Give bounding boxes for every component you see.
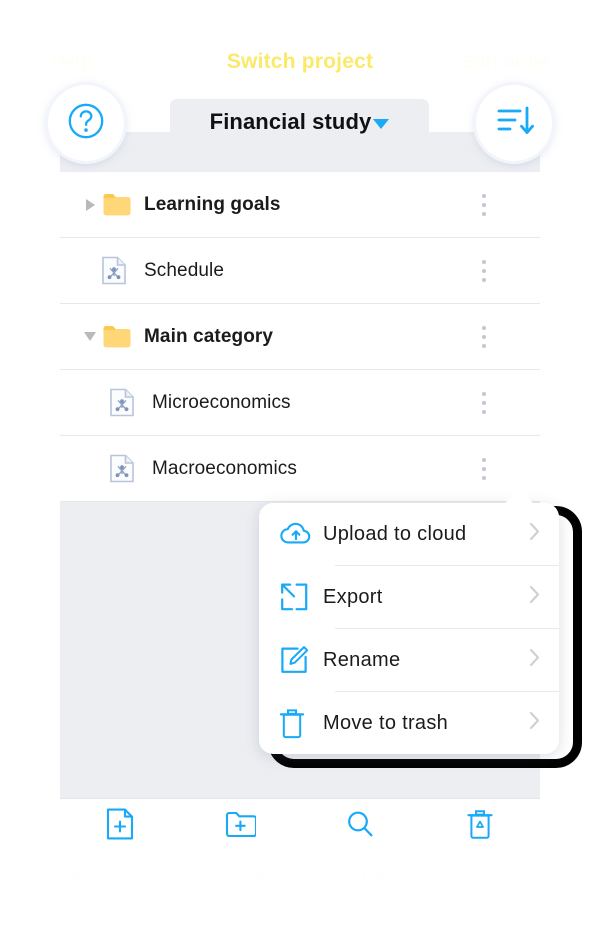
list-item[interactable]: Schedule — [60, 238, 540, 304]
folder-icon — [102, 190, 136, 220]
menu-item-export[interactable]: Export — [259, 566, 559, 628]
new-document-button[interactable] — [60, 808, 180, 845]
menu-item-rename[interactable]: Rename — [259, 629, 559, 691]
question-mark-circle-icon — [64, 99, 108, 148]
list-item-label: Schedule — [144, 259, 225, 281]
edit-pencil-icon — [279, 645, 323, 675]
help-button[interactable] — [48, 85, 124, 161]
context-menu: Upload to cloud Export Rename Move to tr… — [259, 490, 559, 754]
more-vertical-icon[interactable] — [474, 259, 494, 283]
mindmap-document-icon — [110, 388, 144, 418]
project-name-label: Financial study — [209, 108, 372, 134]
folder-plus-icon — [225, 810, 257, 843]
recycle-bin-button[interactable] — [420, 809, 540, 845]
menu-item-move-to-trash[interactable]: Move to trash — [259, 692, 559, 754]
menu-item-upload-to-cloud[interactable]: Upload to cloud — [259, 503, 559, 565]
annotation-recycle-bin: Recycle bin — [437, 866, 523, 883]
document-plus-icon — [106, 808, 134, 845]
caret-down-icon — [373, 118, 390, 129]
trash-recycle-icon — [466, 809, 494, 845]
annotation-sort: Sort order — [462, 52, 552, 72]
menu-item-label: Move to trash — [323, 711, 449, 734]
list-item-label: Main category — [144, 325, 274, 347]
more-vertical-icon[interactable] — [474, 391, 494, 415]
triangle-down-icon[interactable] — [78, 332, 102, 341]
file-list: Learning goals Schedule Main category Mi… — [60, 172, 540, 502]
export-arrow-icon — [279, 582, 323, 612]
menu-item-label: Export — [323, 585, 383, 608]
folder-icon — [102, 322, 136, 352]
annotation-new-folder: New folder — [200, 866, 280, 883]
new-folder-button[interactable] — [180, 810, 300, 843]
sort-descending-icon — [491, 100, 537, 147]
more-vertical-icon[interactable] — [474, 193, 494, 217]
list-item-label: Learning goals — [144, 193, 281, 215]
more-vertical-icon[interactable] — [474, 457, 494, 481]
chevron-right-icon — [525, 582, 545, 613]
list-item[interactable]: Microeconomics — [60, 370, 540, 436]
search-icon — [345, 809, 375, 844]
mindmap-document-icon — [110, 454, 144, 484]
cloud-upload-icon — [279, 520, 323, 548]
list-item[interactable]: Macroeconomics — [60, 436, 540, 502]
list-item[interactable]: Main category — [60, 304, 540, 370]
chevron-right-icon — [525, 519, 545, 550]
chevron-right-icon — [525, 645, 545, 676]
annotation-help: Help — [52, 52, 92, 72]
context-menu-arrow — [504, 490, 534, 504]
list-item-label: Macroeconomics — [152, 457, 298, 479]
bottom-toolbar — [60, 798, 540, 854]
menu-item-label: Rename — [323, 648, 401, 671]
sort-button[interactable] — [476, 85, 552, 161]
search-button[interactable] — [300, 809, 420, 844]
chevron-right-icon — [525, 708, 545, 739]
mindmap-document-icon — [102, 256, 136, 286]
trash-icon — [279, 708, 323, 739]
list-item-label: Microeconomics — [152, 391, 291, 413]
annotation-new-document: New document — [65, 866, 175, 883]
triangle-right-icon[interactable] — [78, 198, 102, 211]
list-item[interactable]: Learning goals — [60, 172, 540, 238]
annotation-search: Search — [334, 866, 386, 883]
more-vertical-icon[interactable] — [474, 325, 494, 349]
menu-item-label: Upload to cloud — [323, 522, 467, 545]
project-switcher-button[interactable]: Financial study — [170, 99, 429, 144]
